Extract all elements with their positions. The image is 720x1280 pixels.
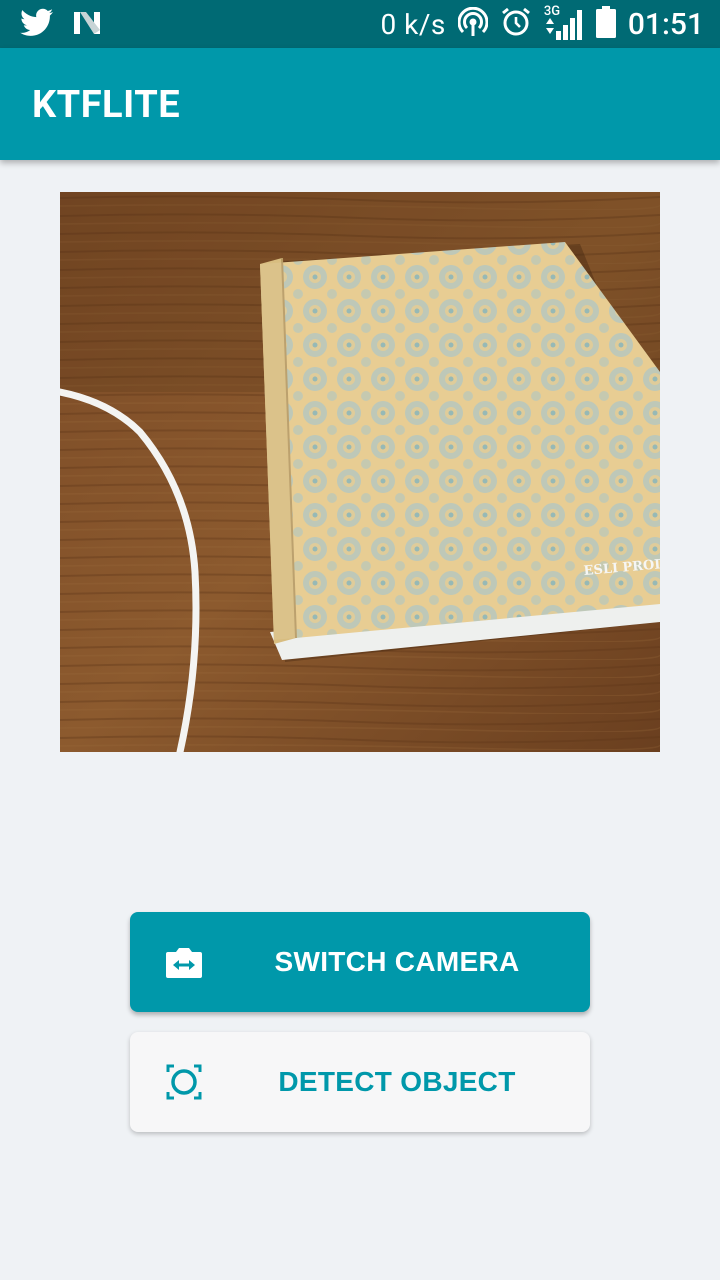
alarm-icon — [500, 6, 532, 42]
switch-camera-icon — [164, 942, 204, 982]
app-title: KTFLITE — [32, 83, 181, 127]
detect-object-button[interactable]: DETECT OBJECT — [130, 1032, 590, 1132]
hotspot-icon — [457, 6, 489, 41]
detect-object-label: DETECT OBJECT — [278, 1066, 516, 1097]
detect-target-icon — [164, 1062, 204, 1102]
n-icon — [72, 10, 102, 40]
battery-icon — [595, 6, 616, 42]
signal-icon: 3G — [544, 4, 584, 42]
switch-camera-label: SWITCH CAMERA — [274, 946, 520, 977]
twitter-icon — [20, 8, 54, 42]
status-time: 01:51 — [627, 6, 704, 42]
switch-camera-button[interactable]: SWITCH CAMERA — [130, 912, 590, 1012]
net-speed: 0 k/s — [380, 7, 446, 41]
app-bar: KTFLITE — [0, 48, 720, 160]
camera-preview: ESLI PROD — [60, 192, 660, 752]
status-bar: 0 k/s 3G 01:51 — [0, 0, 720, 48]
